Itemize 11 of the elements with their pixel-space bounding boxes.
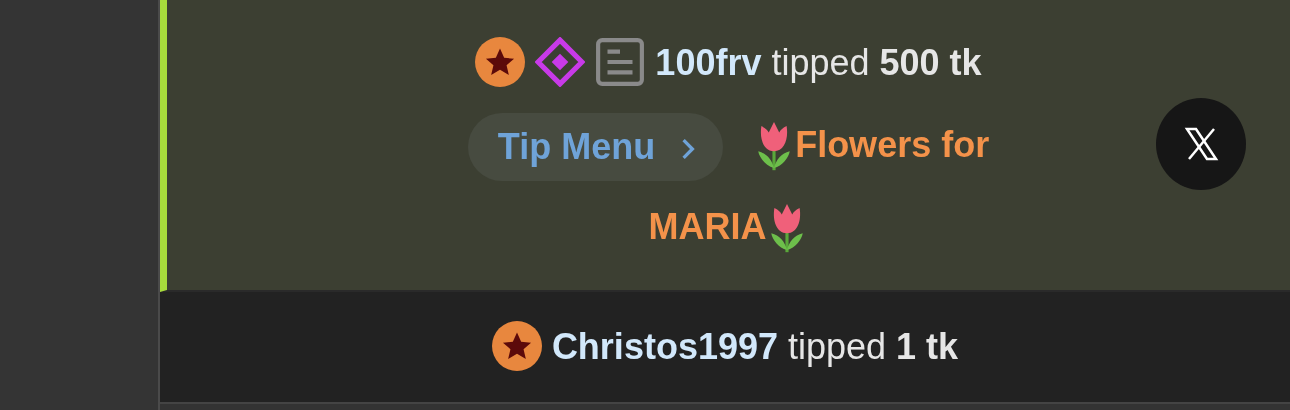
diamond-icon xyxy=(535,37,586,87)
tip-note: Flowers for xyxy=(795,124,990,165)
notes-icon xyxy=(595,37,646,87)
star-badge-icon xyxy=(475,37,526,87)
username[interactable]: Christos1997 xyxy=(551,326,778,367)
star-badge-icon xyxy=(491,321,542,371)
tip-text: tipped 500 tk xyxy=(771,42,982,83)
username[interactable]: 100frv xyxy=(655,42,762,83)
tip-text: tipped 1 tk xyxy=(788,326,959,367)
chevron-icon xyxy=(681,138,696,161)
tip-note: MARIA xyxy=(648,206,767,247)
